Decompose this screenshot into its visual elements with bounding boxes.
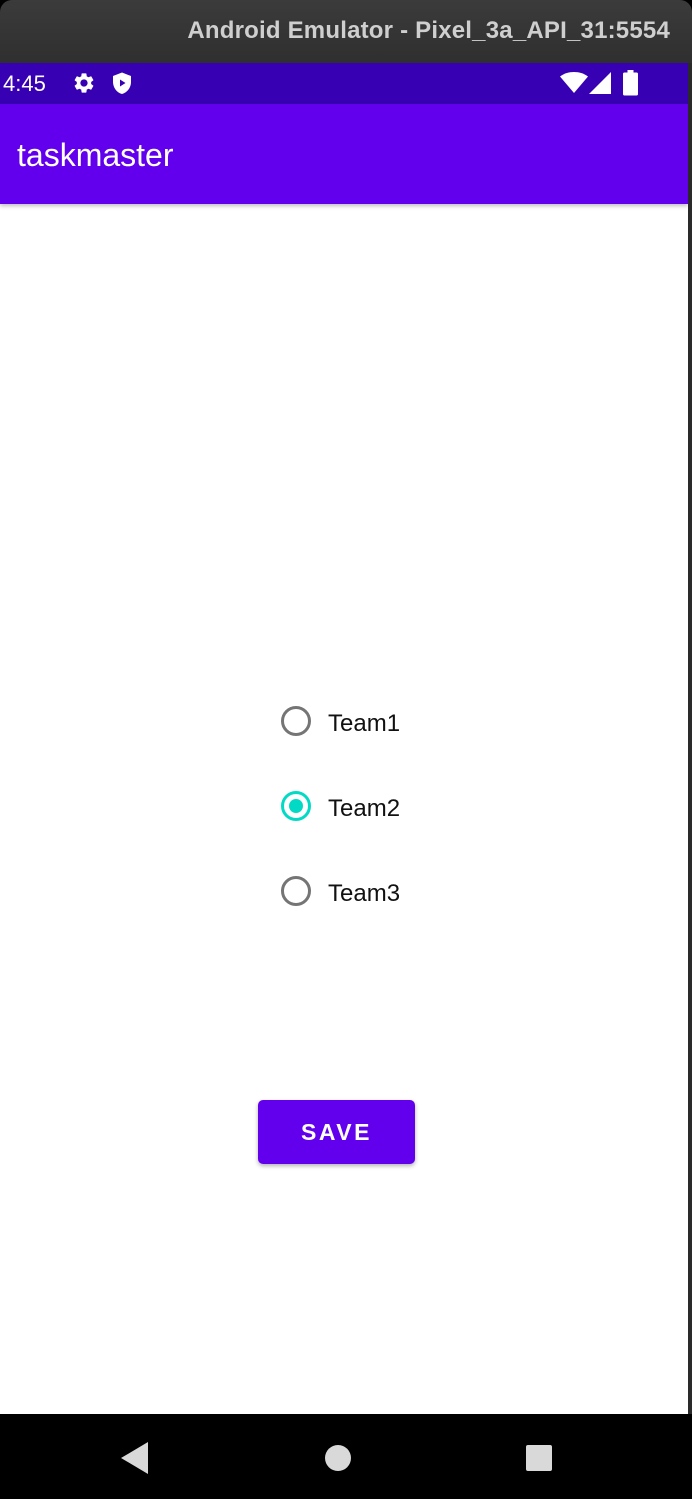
app-title: taskmaster xyxy=(17,137,174,173)
wifi-icon xyxy=(560,72,588,99)
emulator-window: Android Emulator - Pixel_3a_API_31:5554 … xyxy=(0,0,692,1494)
team3-radio[interactable]: Team3 xyxy=(278,867,478,927)
back-button[interactable] xyxy=(95,1414,175,1494)
gear-icon xyxy=(72,71,96,100)
back-icon xyxy=(121,1442,148,1474)
radio-dot xyxy=(289,799,303,813)
team3-label: Team3 xyxy=(328,880,401,907)
navigation-bar xyxy=(0,1414,692,1494)
status-time: 4:45 xyxy=(3,71,46,96)
team2-label: Team2 xyxy=(328,795,401,822)
battery-icon xyxy=(623,70,638,101)
app-bar: taskmaster xyxy=(0,104,688,204)
radio-checked-icon xyxy=(281,791,311,821)
team2-radio[interactable]: Team2 xyxy=(278,782,478,842)
shield-icon xyxy=(110,71,134,100)
phone-screen: 4:45 taskmaster Team1 Team2 Team3 SAVE xyxy=(0,63,688,1414)
radio-unchecked-icon xyxy=(281,876,311,906)
recents-button[interactable] xyxy=(499,1414,579,1494)
emulator-titlebar[interactable]: Android Emulator - Pixel_3a_API_31:5554 xyxy=(0,0,692,63)
status-bar: 4:45 xyxy=(0,63,688,104)
team1-label: Team1 xyxy=(328,710,401,737)
home-button[interactable] xyxy=(298,1414,378,1494)
save-button[interactable]: SAVE xyxy=(258,1100,415,1164)
window-title: Android Emulator - Pixel_3a_API_31:5554 xyxy=(187,17,670,44)
radio-unchecked-icon xyxy=(281,706,311,736)
home-icon xyxy=(325,1445,351,1471)
team1-radio[interactable]: Team1 xyxy=(278,697,478,757)
cellular-signal-icon xyxy=(589,72,611,99)
window-edge xyxy=(688,63,692,1414)
recents-icon xyxy=(526,1445,552,1471)
